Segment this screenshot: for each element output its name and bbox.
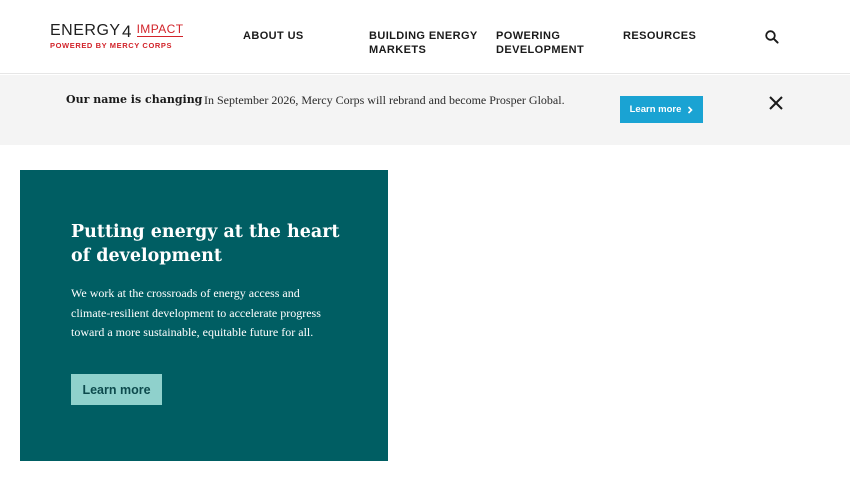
hero-body: We work at the crossroads of energy acce…	[71, 286, 321, 339]
nav-powering-development[interactable]: POWERING DEVELOPMENT	[496, 29, 606, 57]
logo-four-mark: 4	[121, 22, 137, 41]
hero-title: Putting energy at the heart of developme…	[71, 222, 340, 266]
logo-brand-prefix: ENERGY	[50, 22, 121, 39]
nav-building-energy-markets[interactable]: BUILDING ENERGY MARKETS	[369, 29, 479, 57]
search-icon	[765, 30, 779, 44]
banner-title: Our name is changing	[66, 93, 203, 106]
search-button[interactable]	[764, 29, 780, 45]
logo-wordmark: ENERGY 4 IMPACT	[50, 22, 184, 41]
logo-four-icon: 4	[122, 22, 132, 41]
hero-learn-more-button[interactable]: Learn more	[71, 374, 162, 405]
svg-text:4: 4	[122, 22, 132, 40]
banner-learn-more-label: Learn more	[629, 104, 682, 115]
banner-learn-more-button[interactable]: Learn more	[620, 96, 703, 123]
nav-about-us[interactable]: ABOUT US	[243, 29, 304, 43]
rebrand-banner: Our name is changing In September 2026, …	[0, 75, 850, 145]
banner-close-button[interactable]	[768, 95, 784, 111]
logo-brand-suffix: IMPACT	[136, 22, 184, 37]
close-icon	[769, 96, 783, 110]
logo-tagline: POWERED BY MERCY CORPS	[50, 41, 173, 50]
hero-card: Putting energy at the heart of developme…	[20, 170, 388, 461]
site-header: ENERGY 4 IMPACT POWERED BY MERCY CORPS ABO…	[0, 0, 850, 74]
chevron-right-icon	[688, 105, 694, 114]
nav-resources[interactable]: RESOURCES	[623, 29, 696, 43]
banner-text: In September 2026, Mercy Corps will rebr…	[204, 93, 565, 107]
site-logo[interactable]: ENERGY 4 IMPACT POWERED BY MERCY CORPS	[50, 22, 184, 54]
